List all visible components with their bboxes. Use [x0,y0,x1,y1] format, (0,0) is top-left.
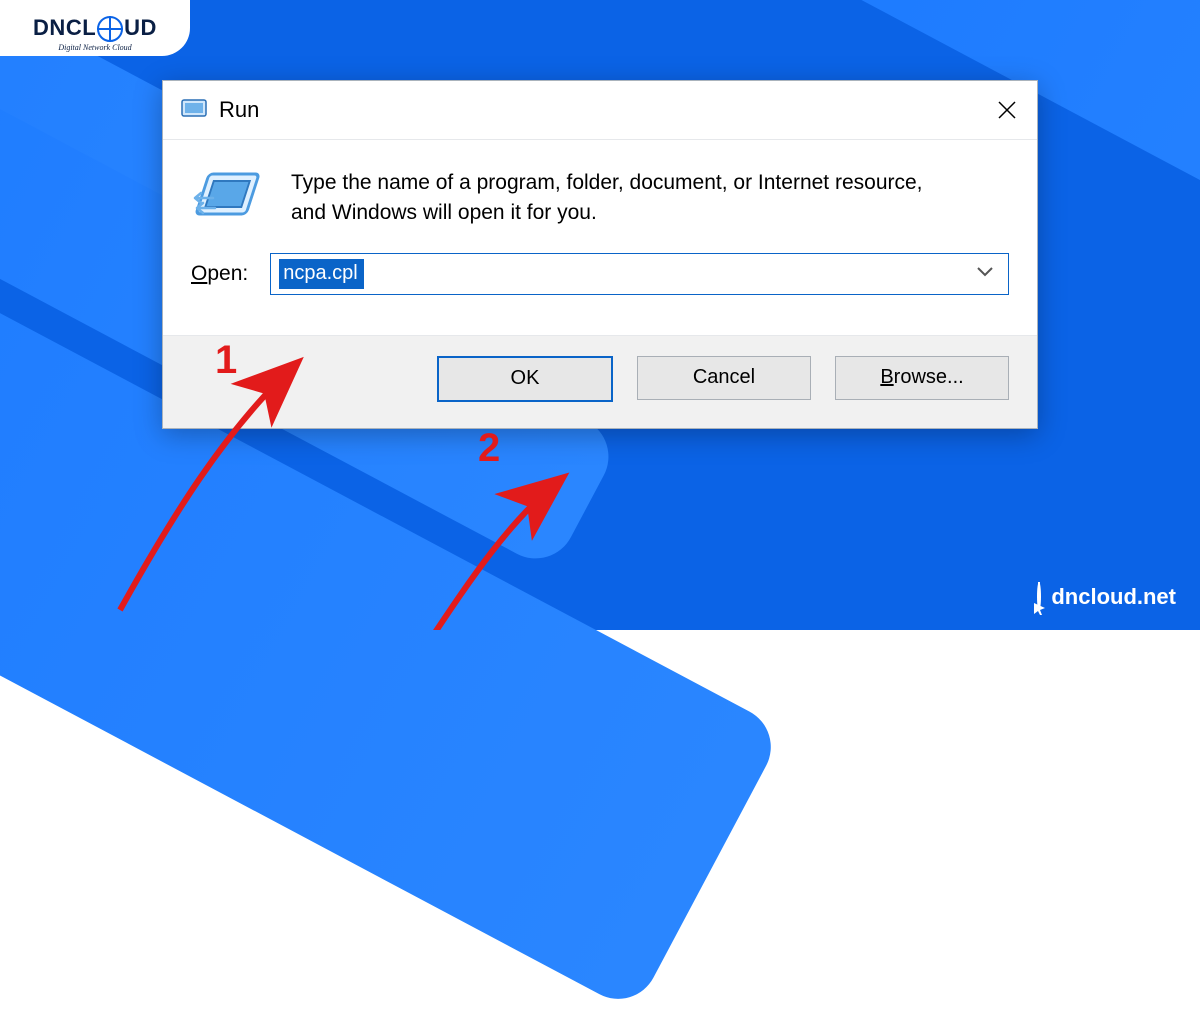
run-dialog: Run Type the name of a program, folder, … [162,80,1038,429]
cursor-icon [1033,602,1047,616]
dialog-description: Type the name of a program, folder, docu… [291,168,931,229]
browse-button[interactable]: Browse... [835,356,1009,400]
open-combobox[interactable]: ncpa.cpl [270,253,1009,295]
titlebar[interactable]: Run [163,81,1037,140]
site-link[interactable]: dncloud.net [1037,584,1176,610]
dialog-title: Run [219,97,259,123]
brand-tagline: Digital Network Cloud [0,43,190,52]
close-button[interactable] [977,81,1037,139]
brand-name-left: DNCL [33,15,96,41]
annotation-step-2: 2 [478,426,500,471]
brand-logo: DNCL UD Digital Network Cloud [0,0,190,56]
cancel-button[interactable]: Cancel [637,356,811,400]
globe-icon [97,16,123,42]
run-title-icon [181,97,207,124]
dialog-footer: OK Cancel Browse... [163,335,1037,428]
run-icon [191,168,265,229]
site-url: dncloud.net [1051,584,1176,610]
open-input-value[interactable]: ncpa.cpl [279,259,364,289]
open-label: Open: [191,262,248,286]
annotation-step-1: 1 [215,338,237,383]
chevron-down-icon[interactable] [976,265,994,283]
brand-name-right: UD [124,15,157,41]
ok-button[interactable]: OK [437,356,613,402]
